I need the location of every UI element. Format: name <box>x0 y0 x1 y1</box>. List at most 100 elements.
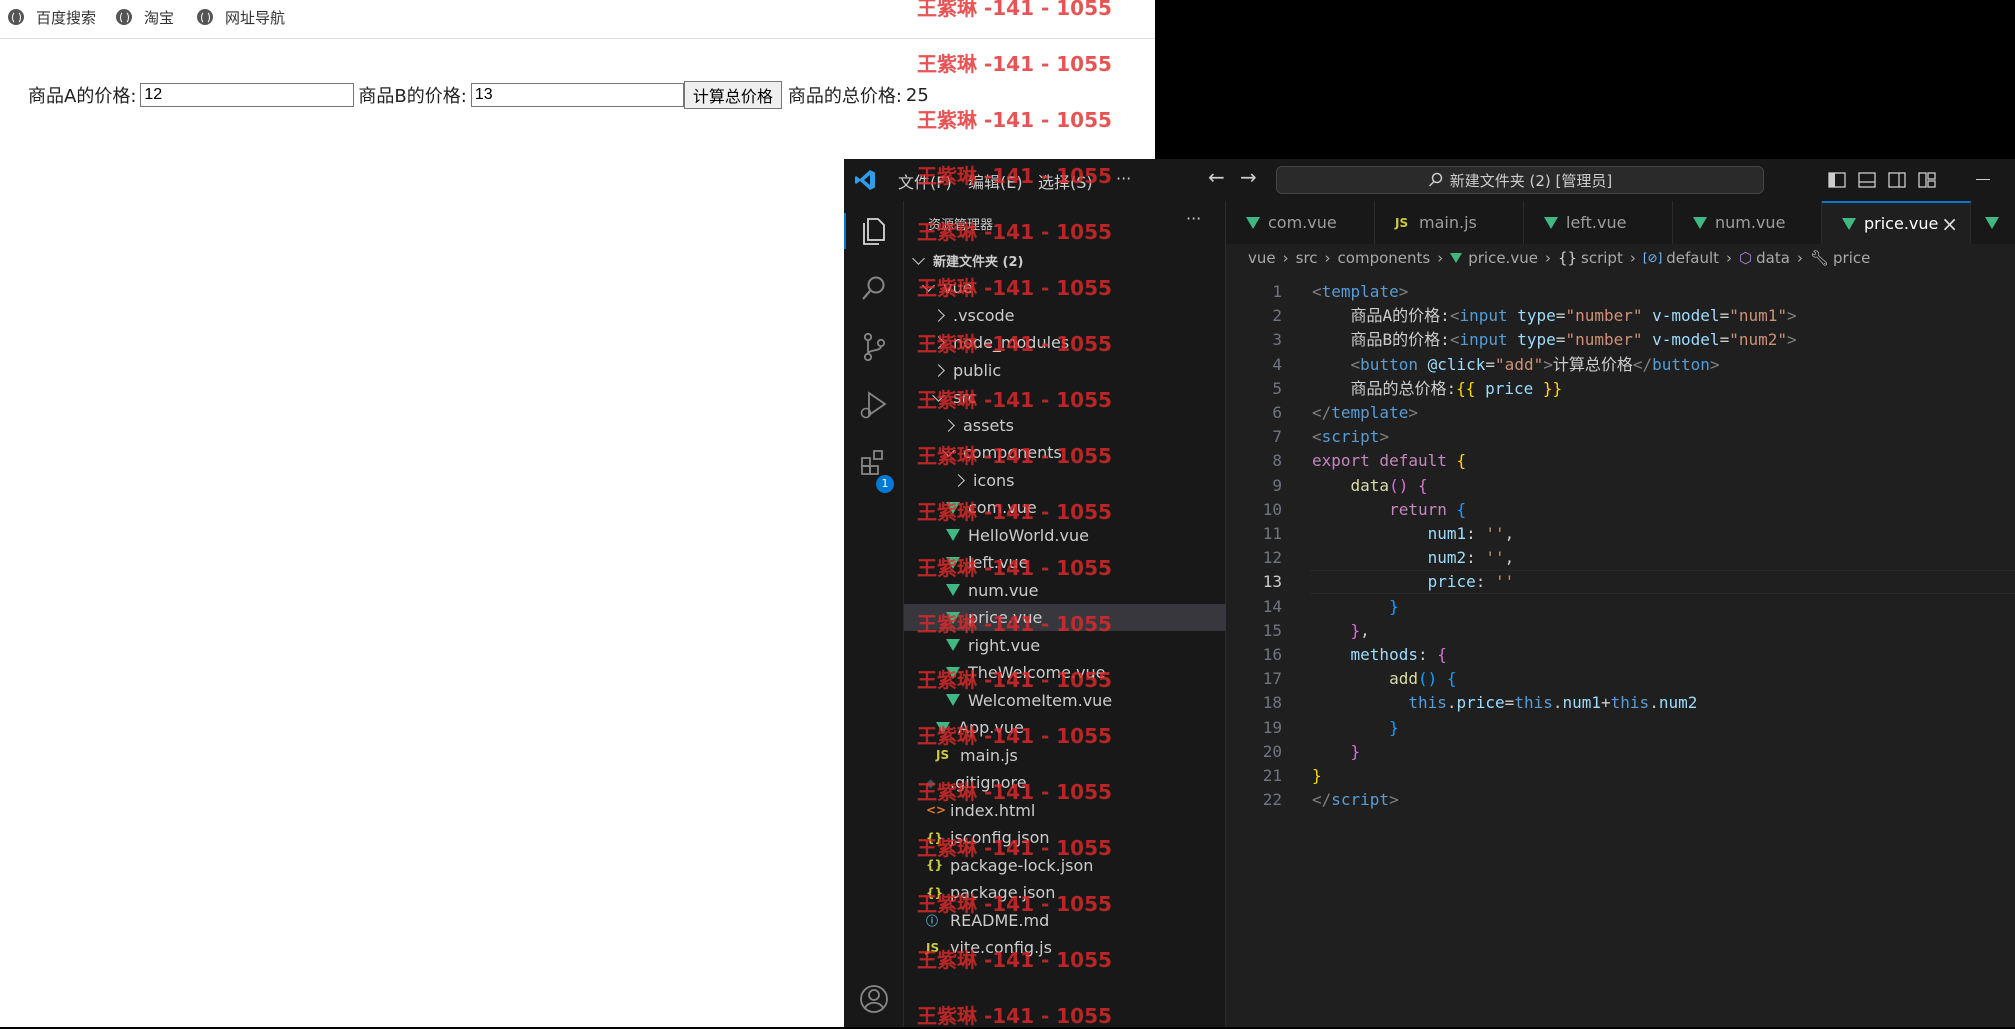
code-token: = <box>1555 330 1566 350</box>
code-token: } <box>1312 717 1399 737</box>
code-line: } <box>1312 595 1399 619</box>
command-center-label: 新建文件夹 (2) [管理员] <box>1449 171 1613 190</box>
code-token: input <box>1459 306 1508 326</box>
code-token: {{ <box>1456 378 1476 398</box>
close-icon[interactable]: × <box>1941 212 1958 236</box>
line-number: 20 <box>1262 741 1282 761</box>
code-token: > <box>1787 330 1797 350</box>
code-token: > <box>1379 427 1390 447</box>
forward-arrow-icon[interactable]: → <box>1240 165 1257 189</box>
tab-com-vue[interactable]: com.vue <box>1226 201 1375 244</box>
back-arrow-icon[interactable]: ← <box>1208 165 1225 189</box>
label-price-a: 商品A的价格: <box>28 86 137 107</box>
activity-bar: 1 <box>844 201 904 1027</box>
watermark-text: 王紫琳 -141 - 1055 <box>917 500 1112 524</box>
code-token: > <box>1389 790 1399 810</box>
chevron-right-icon: › <box>1324 249 1331 267</box>
tree-item[interactable]: HelloWorld.vue <box>904 522 1226 549</box>
bookmark-nav[interactable]: 网址导航 <box>197 6 285 28</box>
tab-main-js[interactable]: JS main.js <box>1375 201 1524 244</box>
bookmark-label: 淘宝 <box>144 8 175 27</box>
toggle-sidebar-icon[interactable] <box>1828 172 1846 188</box>
tab-price-vue[interactable]: price.vue × <box>1822 201 1971 244</box>
tree-root-label: 新建文件夹 (2) <box>933 255 1024 270</box>
account-icon[interactable] <box>856 981 892 1017</box>
line-number: 16 <box>1262 645 1282 664</box>
line-number: 19 <box>1262 717 1282 737</box>
code-token: "add" <box>1495 354 1544 374</box>
vue-file-icon <box>946 529 960 541</box>
source-control-icon[interactable] <box>856 329 892 365</box>
breadcrumb-components[interactable]: components <box>1338 249 1431 267</box>
line-number: 12 <box>1262 548 1282 568</box>
price-a-input[interactable] <box>140 83 355 107</box>
code-token: button <box>1360 354 1418 374</box>
tree-item[interactable]: .vscode <box>904 302 1226 329</box>
search-icon[interactable] <box>856 271 892 307</box>
tree-item[interactable]: assets <box>904 412 1226 439</box>
tree-root[interactable]: 新建文件夹 (2) <box>904 247 1226 274</box>
breadcrumb-file[interactable]: price.vue <box>1468 249 1538 267</box>
customize-layout-icon[interactable] <box>1918 172 1936 188</box>
code-token: v-model <box>1642 330 1720 350</box>
code-token: () <box>1417 669 1438 689</box>
line-number: 4 <box>1272 354 1282 374</box>
explorer-more-button[interactable]: ··· <box>1186 209 1201 228</box>
price-b-input[interactable] <box>470 83 684 107</box>
chevron-down-icon <box>912 252 925 265</box>
editor-tabs: com.vue JS main.js left.vue num.vue pric… <box>1226 201 2015 244</box>
code-line: } <box>1312 740 1361 764</box>
bookmark-baidu[interactable]: 百度搜索 <box>8 6 96 28</box>
toggle-secondary-sidebar-icon[interactable] <box>1888 172 1906 188</box>
breadcrumb-price[interactable]: price <box>1833 249 1870 267</box>
tab-left-vue[interactable]: left.vue <box>1524 201 1673 244</box>
breadcrumb-src[interactable]: src <box>1296 249 1318 267</box>
code-line: add() { <box>1312 667 1456 691</box>
tab-overflow[interactable] <box>1971 201 2015 244</box>
line-number: 1 <box>1272 282 1282 301</box>
line-number: 10 <box>1262 499 1282 519</box>
calculate-total-button[interactable]: 计算总价格 <box>683 81 782 109</box>
watermark-text: 王紫琳 -141 - 1055 <box>917 388 1112 412</box>
code-token: return <box>1389 499 1447 519</box>
code-line: }, <box>1312 619 1370 643</box>
run-debug-icon[interactable] <box>856 387 892 423</box>
breadcrumb-data[interactable]: data <box>1756 249 1790 267</box>
toggle-panel-icon[interactable] <box>1858 172 1876 188</box>
tree-item-label: assets <box>963 415 1014 435</box>
code-token: "number" <box>1565 330 1643 350</box>
breadcrumb-default[interactable]: default <box>1666 249 1719 267</box>
menu-more[interactable]: ··· <box>1116 169 1131 188</box>
vue-file-icon <box>1450 253 1463 263</box>
watermark-text: 王紫琳 -141 - 1055 <box>917 276 1112 300</box>
line-number: 13 <box>1262 572 1282 592</box>
chevron-right-icon <box>952 473 965 487</box>
tree-item[interactable]: public <box>904 357 1226 384</box>
code-token: } <box>1312 620 1361 640</box>
breadcrumb-script[interactable]: script <box>1581 249 1623 267</box>
tab-num-vue[interactable]: num.vue <box>1673 201 1822 244</box>
explorer-icon[interactable] <box>856 213 892 249</box>
chevron-right-icon: › <box>1282 249 1289 267</box>
code-token: . <box>1649 693 1659 713</box>
tab-label: num.vue <box>1715 213 1786 232</box>
code-token: : <box>1466 548 1486 568</box>
chevron-right-icon: › <box>1726 249 1733 267</box>
code-editor[interactable]: 1 <template> 2 商品A的价格:<input type="number"… <box>1226 272 2015 1027</box>
code-token: '' <box>1495 572 1515 592</box>
watermark-text: 王紫琳 -141 - 1055 <box>917 444 1112 468</box>
search-icon <box>1428 172 1442 187</box>
globe-icon <box>8 9 24 25</box>
tree-item[interactable]: icons <box>904 467 1226 494</box>
code-line: num2: '', <box>1312 546 1515 570</box>
command-center[interactable]: 新建文件夹 (2) [管理员] <box>1276 166 1764 194</box>
code-token: "num2" <box>1729 330 1787 350</box>
breadcrumb-vue[interactable]: vue <box>1248 249 1276 267</box>
code-line: data() { <box>1312 474 1428 498</box>
globe-icon <box>116 9 132 25</box>
label-price-b: 商品B的价格: <box>358 86 467 107</box>
bookmark-taobao[interactable]: 淘宝 <box>116 6 174 28</box>
code-token: , <box>1504 548 1515 568</box>
minimize-icon[interactable] <box>1976 179 1990 180</box>
